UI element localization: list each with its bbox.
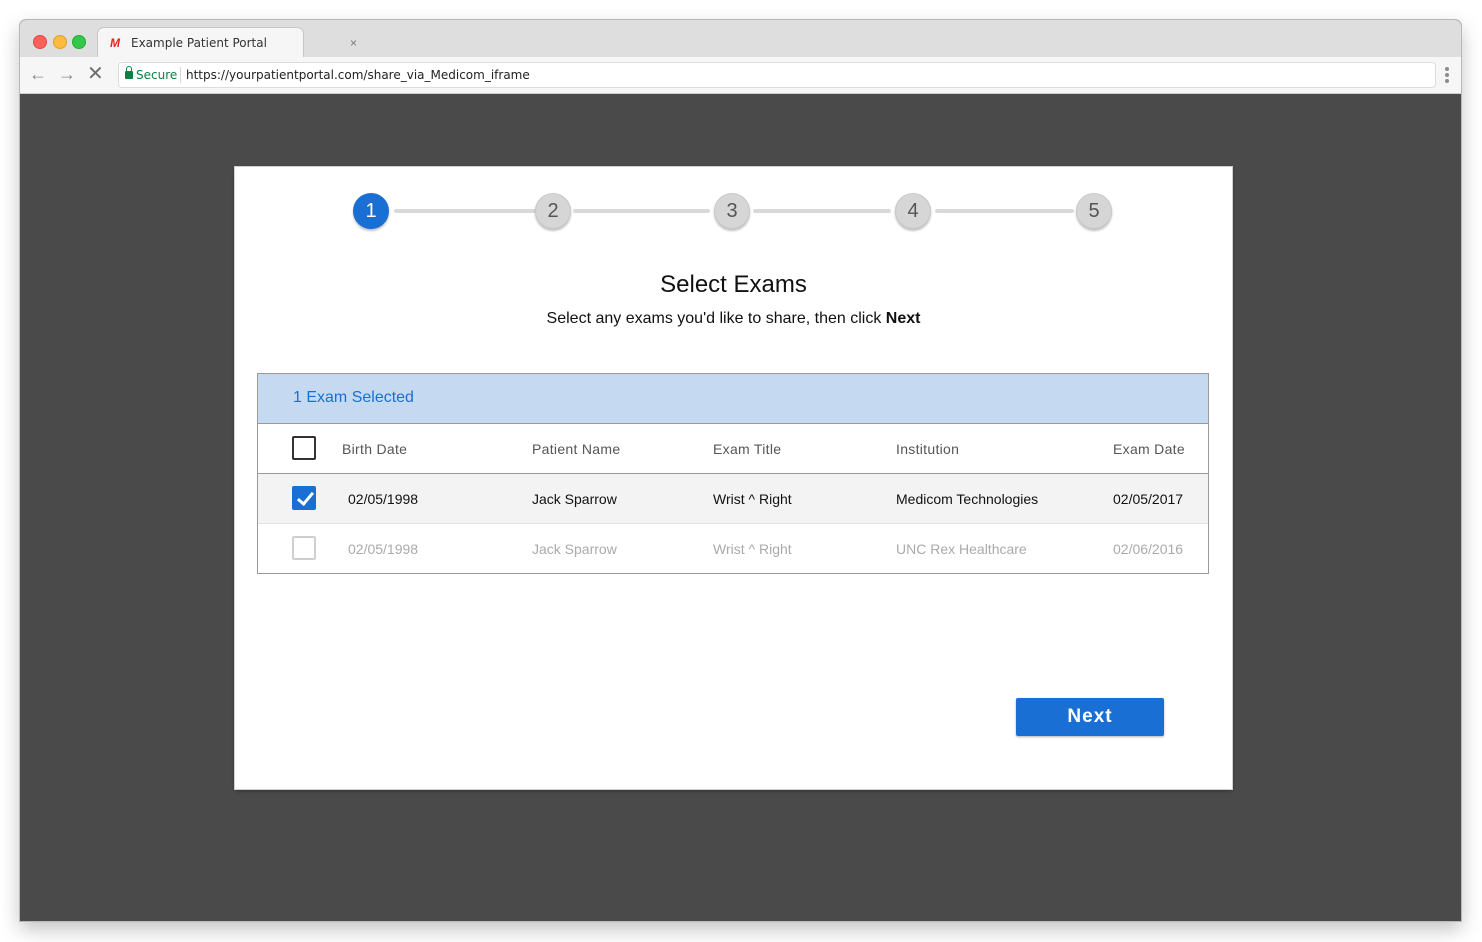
stepper-connector (935, 209, 1074, 213)
cell-exam-date: 02/05/2017 (1113, 491, 1184, 507)
cell-exam-title: Wrist ^ Right (713, 541, 792, 557)
url-text[interactable]: https://yourpatientportal.com/share_via_… (186, 68, 530, 82)
browser-window: M Example Patient Portal × ← → ✕ Secure … (20, 20, 1461, 921)
step-2: 2 (535, 193, 571, 229)
cell-institution: Medicom Technologies (896, 491, 1039, 507)
browser-tab[interactable]: M Example Patient Portal × (98, 28, 357, 58)
minimize-window-button[interactable] (53, 35, 67, 49)
table-row-disabled: 02/05/1998 Jack Sparrow Wrist ^ Right UN… (258, 524, 1208, 573)
exams-table: 1 Exam Selected Birth Date Patient Name … (257, 373, 1209, 574)
column-header-birth-date[interactable]: Birth Date (342, 441, 407, 457)
table-row[interactable]: 02/05/1998 Jack Sparrow Wrist ^ Right Me… (258, 474, 1208, 524)
cell-patient-name: Jack Sparrow (532, 491, 617, 507)
column-header-exam-title[interactable]: Exam Title (713, 441, 781, 457)
tab-title: Example Patient Portal (131, 36, 267, 50)
select-all-checkbox[interactable] (292, 436, 316, 460)
cell-birth-date: 02/05/1998 (348, 541, 419, 557)
page-subtitle: Select any exams you'd like to share, th… (235, 310, 1232, 328)
browser-toolbar: ← → ✕ Secure https://yourpatientportal.c… (20, 57, 1461, 94)
maximize-window-button[interactable] (72, 35, 86, 49)
tab-close-icon[interactable]: × (350, 36, 357, 50)
cell-exam-date: 02/06/2016 (1113, 541, 1184, 557)
secure-label: Secure (136, 68, 178, 82)
browser-menu-icon[interactable] (1445, 67, 1449, 85)
cell-exam-title: Wrist ^ Right (713, 491, 792, 507)
forward-arrow-icon[interactable]: → (58, 64, 76, 84)
step-1: 1 (353, 193, 389, 229)
selection-summary-bar: 1 Exam Selected (258, 374, 1208, 424)
row-checkbox-disabled (292, 536, 316, 560)
stepper-connector (573, 209, 710, 213)
stop-loading-icon[interactable]: ✕ (87, 64, 104, 84)
secure-indicator[interactable]: Secure (125, 66, 178, 82)
next-button[interactable]: Next (1016, 698, 1164, 736)
stepper-connector (753, 209, 891, 213)
row-checkbox-checked[interactable] (292, 486, 316, 510)
stepper-connector (394, 209, 542, 213)
address-bar[interactable]: Secure https://yourpatientportal.com/sha… (119, 63, 1435, 87)
browser-title-bar: M Example Patient Portal × (20, 20, 1461, 58)
cell-institution: UNC Rex Healthcare (896, 541, 1027, 557)
close-window-button[interactable] (33, 35, 47, 49)
column-header-patient-name[interactable]: Patient Name (532, 441, 620, 457)
table-header-row: Birth Date Patient Name Exam Title Insti… (258, 424, 1208, 474)
subtitle-text: Select any exams you'd like to share, th… (546, 310, 886, 327)
column-header-exam-date[interactable]: Exam Date (1113, 441, 1185, 457)
share-exams-dialog: 1 2 3 4 5 Select Exams Select any exams … (235, 167, 1232, 789)
lock-icon (125, 66, 133, 79)
medicom-logo-icon: M (110, 36, 120, 50)
column-header-institution[interactable]: Institution (896, 441, 959, 457)
step-5: 5 (1076, 193, 1112, 229)
step-4: 4 (895, 193, 931, 229)
address-divider (180, 67, 181, 83)
page-title: Select Exams (660, 271, 807, 298)
subtitle-next-word: Next (885, 310, 921, 327)
selection-count: 1 Exam Selected (293, 389, 414, 406)
back-arrow-icon[interactable]: ← (29, 64, 47, 84)
cell-patient-name: Jack Sparrow (532, 541, 617, 557)
step-3: 3 (714, 193, 750, 229)
cell-birth-date: 02/05/1998 (348, 491, 419, 507)
